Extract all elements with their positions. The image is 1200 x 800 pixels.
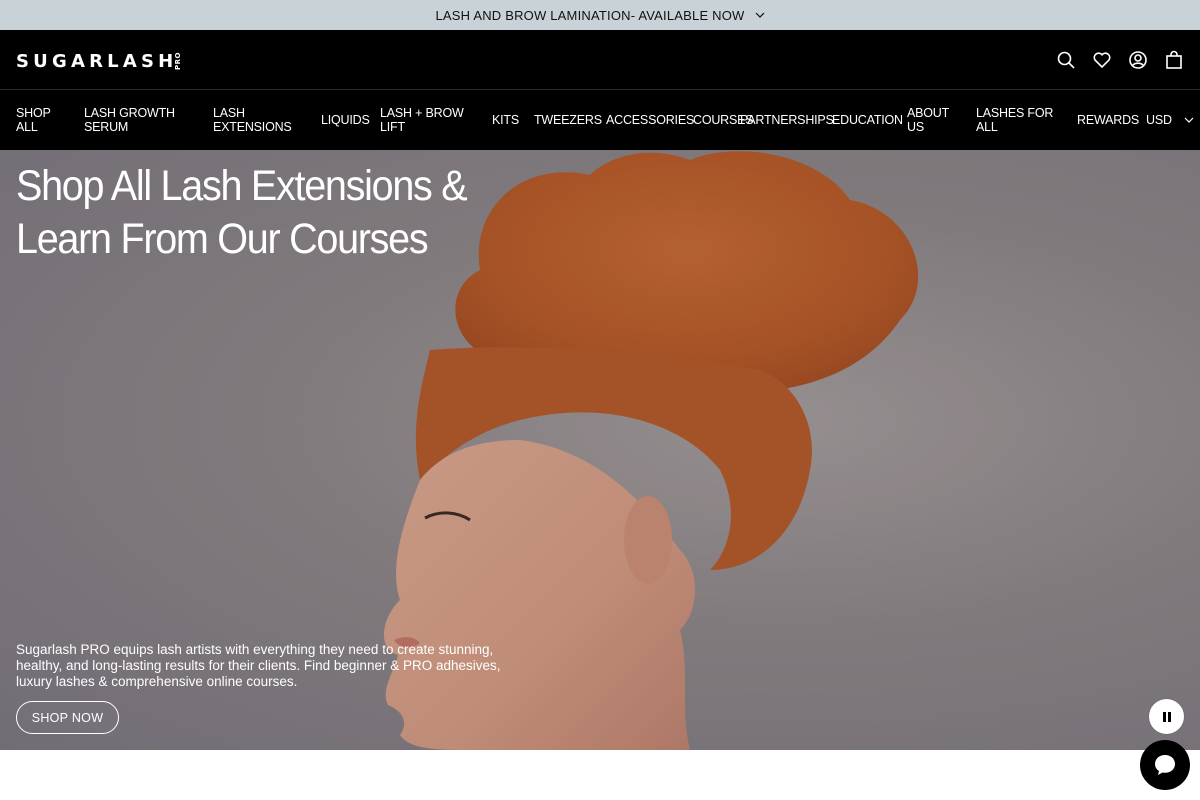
bag-icon[interactable] xyxy=(1164,50,1184,70)
announcement-bar[interactable]: LASH AND BROW LAMINATION- AVAILABLE NOW xyxy=(0,0,1200,30)
chevron-down-icon xyxy=(1184,117,1194,123)
main-nav: SHOP ALL LASH GROWTH SERUM LASH EXTENSIO… xyxy=(0,90,1200,150)
logo-pro: PRO xyxy=(174,52,183,70)
header-actions xyxy=(1056,50,1184,70)
nav-item-about-us[interactable]: ABOUT US xyxy=(907,90,955,150)
nav-item-tweezers[interactable]: TWEEZERS xyxy=(534,90,602,150)
shop-now-button[interactable]: SHOP NOW xyxy=(16,701,119,734)
nav-item-lashes-for-all[interactable]: LASHES FOR ALL xyxy=(976,90,1062,150)
account-icon[interactable] xyxy=(1128,50,1148,70)
nav-item-rewards[interactable]: REWARDS xyxy=(1077,90,1139,150)
announcement-text[interactable]: LASH AND BROW LAMINATION- AVAILABLE NOW xyxy=(435,8,744,23)
search-icon[interactable] xyxy=(1056,50,1076,70)
nav-item-partnerships[interactable]: PARTNERSHIPS xyxy=(740,90,834,150)
logo[interactable]: SUGARLASH PRO xyxy=(16,50,182,72)
nav-item-education[interactable]: EDUCATION xyxy=(832,90,903,150)
nav-item-liquids[interactable]: LIQUIDS xyxy=(321,90,370,150)
hero-title: Shop All Lash Extensions & Learn From Ou… xyxy=(16,162,468,263)
hero-description: Sugarlash PRO equips lash artists with e… xyxy=(16,642,501,689)
nav-item-lash-growth-serum[interactable]: LASH GROWTH SERUM xyxy=(84,90,196,150)
hero-banner: Shop All Lash Extensions & Learn From Ou… xyxy=(0,150,1200,750)
chat-button[interactable] xyxy=(1140,740,1190,790)
nav-item-shop-all[interactable]: SHOP ALL xyxy=(16,90,66,150)
pause-button[interactable] xyxy=(1149,699,1184,734)
nav-item-lash-brow-lift[interactable]: LASH + BROW LIFT xyxy=(380,90,470,150)
pause-icon xyxy=(1162,711,1171,722)
nav-item-accessories[interactable]: ACCESSORIES xyxy=(606,90,694,150)
currency-label: USD xyxy=(1146,113,1172,127)
chevron-down-icon xyxy=(755,12,764,18)
chat-icon xyxy=(1155,755,1175,775)
nav-item-lash-extensions[interactable]: LASH EXTENSIONS xyxy=(213,90,293,150)
nav-item-kits[interactable]: KITS xyxy=(492,90,519,150)
site-header: SUGARLASH PRO xyxy=(0,30,1200,90)
heart-icon[interactable] xyxy=(1092,50,1112,70)
currency-selector[interactable]: USD xyxy=(1146,90,1194,150)
logo-wordmark: SUGARLASH xyxy=(16,50,178,72)
